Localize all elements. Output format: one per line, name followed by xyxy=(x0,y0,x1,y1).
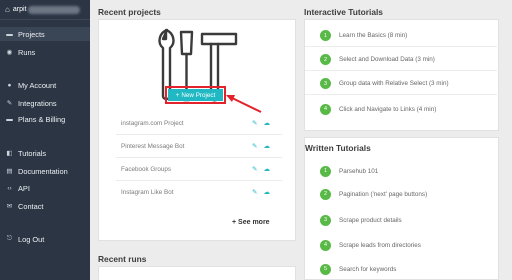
sidebar-item-runs[interactable]: ◉ Runs xyxy=(0,45,90,59)
recent-runs-title: Recent runs xyxy=(98,254,147,264)
sidebar-item-label: Log Out xyxy=(18,234,45,244)
sidebar-item-my-account[interactable]: ● My Account xyxy=(0,78,90,92)
user-icon: ● xyxy=(7,81,12,89)
tutorial-label: Group data with Relative Select (3 min) xyxy=(339,80,449,87)
billing-icon: ▬ xyxy=(6,115,13,123)
tutorial-item[interactable]: 1 Parsehub 101 xyxy=(305,160,497,182)
new-project-label: New Project xyxy=(181,91,216,99)
step-badge: 3 xyxy=(320,214,331,226)
sidebar-item-label: API xyxy=(18,183,30,193)
plus-icon: + xyxy=(175,91,180,99)
step-badge: 3 xyxy=(320,78,331,89)
tutorial-label: Click and Navigate to Links (4 min) xyxy=(339,105,437,113)
edit-icon[interactable]: ✎ xyxy=(252,165,257,173)
plug-icon: ✎ xyxy=(6,100,13,107)
user-name: arpit xyxy=(12,6,27,13)
step-badge: 4 xyxy=(320,239,331,251)
sidebar-item-label: Plans & Billing xyxy=(18,114,66,124)
sidebar: ⌂ arpit ▬ Projects ◉ Runs ● My Account ✎… xyxy=(0,0,90,280)
project-row[interactable]: Pinterest Message Bot ✎ ☁ xyxy=(116,135,282,158)
sidebar-item-projects[interactable]: ▬ Projects xyxy=(0,27,90,41)
step-badge: 1 xyxy=(320,30,331,41)
new-project-button[interactable]: + New Project xyxy=(168,89,223,101)
book-icon: ◧ xyxy=(6,150,13,157)
project-name: Pinterest Message Bot xyxy=(121,142,185,150)
recent-projects-title: Recent projects xyxy=(98,7,161,17)
sidebar-item-label: Contact xyxy=(18,201,44,211)
cloud-upload-icon[interactable]: ☁ xyxy=(264,119,271,127)
tutorial-label: Pagination ('next' page buttons) xyxy=(339,190,428,198)
tutorial-label: Search for keywords xyxy=(339,265,397,273)
sidebar-item-api[interactable]: ‹› API xyxy=(0,181,90,195)
blurred-user-email xyxy=(28,5,81,14)
sidebar-item-documentation[interactable]: ▤ Documentation xyxy=(0,164,90,178)
interactive-tutorials-title: Interactive Tutorials xyxy=(304,7,383,17)
tutorial-item[interactable]: 4 Click and Navigate to Links (4 min) xyxy=(305,98,497,120)
cloud-upload-icon[interactable]: ☁ xyxy=(264,165,271,173)
tutorial-label: Select and Download Data (3 min) xyxy=(339,56,435,63)
sidebar-item-plans-billing[interactable]: ▬ Plans & Billing xyxy=(0,112,90,126)
edit-icon[interactable]: ✎ xyxy=(252,119,257,127)
tutorial-item[interactable]: 1 Learn the Basics (8 min) xyxy=(305,25,497,47)
step-badge: 2 xyxy=(320,54,331,65)
project-name: Facebook Groups xyxy=(121,165,172,173)
sidebar-item-label: Integrations xyxy=(18,98,57,108)
sidebar-item-label: Tutorials xyxy=(18,148,47,158)
cloud-upload-icon[interactable]: ☁ xyxy=(264,142,271,150)
project-row[interactable]: Instagram Like Bot ✎ ☁ xyxy=(116,181,282,204)
user-menu[interactable]: ⌂ arpit xyxy=(0,0,90,20)
tutorial-item[interactable]: 3 Scrape product details xyxy=(305,209,497,231)
tutorial-label: Scrape leads from directories xyxy=(339,241,421,249)
see-more-link[interactable]: + See more xyxy=(232,219,270,226)
sidebar-item-contact[interactable]: ✉ Contact xyxy=(0,199,90,213)
tutorial-item[interactable]: 2 Select and Download Data (3 min) xyxy=(305,49,497,71)
step-badge: 2 xyxy=(320,188,331,200)
tutorial-item[interactable]: 3 Group data with Relative Select (3 min… xyxy=(305,73,497,95)
tutorial-label: Parsehub 101 xyxy=(339,167,379,175)
logout-icon: ⎋ xyxy=(6,235,13,242)
interactive-tutorials-card: 1 Learn the Basics (8 min) 2 Select and … xyxy=(304,19,499,131)
runs-icon: ◉ xyxy=(6,49,13,56)
new-project-highlight: + New Project xyxy=(165,86,226,104)
home-icon: ⌂ xyxy=(5,5,10,14)
sidebar-item-integrations[interactable]: ✎ Integrations xyxy=(0,96,90,110)
sidebar-item-label: My Account xyxy=(18,80,57,90)
folder-icon: ▬ xyxy=(6,30,13,38)
envelope-icon: ✉ xyxy=(6,203,13,210)
step-badge: 1 xyxy=(320,165,331,177)
docs-icon: ▤ xyxy=(6,168,13,175)
written-tutorials-card: Written Tutorials 1 Parsehub 101 2 Pagin… xyxy=(304,137,499,280)
edit-icon[interactable]: ✎ xyxy=(252,188,257,196)
edit-icon[interactable]: ✎ xyxy=(252,142,257,150)
tutorial-item[interactable]: 2 Pagination ('next' page buttons) xyxy=(305,183,497,205)
step-badge: 4 xyxy=(320,103,331,115)
project-row[interactable]: instagram.com Project ✎ ☁ xyxy=(116,112,282,135)
sidebar-item-log-out[interactable]: ⎋ Log Out xyxy=(0,232,90,246)
step-badge: 5 xyxy=(320,263,331,275)
tutorial-item[interactable]: 4 Scrape leads from directories xyxy=(305,234,497,256)
sidebar-item-label: Runs xyxy=(18,47,36,57)
tutorial-label: Learn the Basics (8 min) xyxy=(339,32,408,39)
written-tutorials-title: Written Tutorials xyxy=(305,143,371,153)
tutorial-item[interactable]: 5 Search for keywords xyxy=(305,258,497,280)
tutorial-label: Scrape product details xyxy=(339,216,402,224)
sidebar-item-label: Projects xyxy=(18,29,45,39)
recent-runs-card xyxy=(98,266,296,280)
code-icon: ‹› xyxy=(7,184,12,192)
project-name: Instagram Like Bot xyxy=(121,189,174,196)
sidebar-item-tutorials[interactable]: ◧ Tutorials xyxy=(0,146,90,160)
project-row[interactable]: Facebook Groups ✎ ☁ xyxy=(116,158,282,181)
sidebar-item-label: Documentation xyxy=(18,166,68,176)
cloud-upload-icon[interactable]: ☁ xyxy=(264,188,271,196)
see-more-label: See more xyxy=(238,219,270,226)
project-name: instagram.com Project xyxy=(121,119,184,127)
